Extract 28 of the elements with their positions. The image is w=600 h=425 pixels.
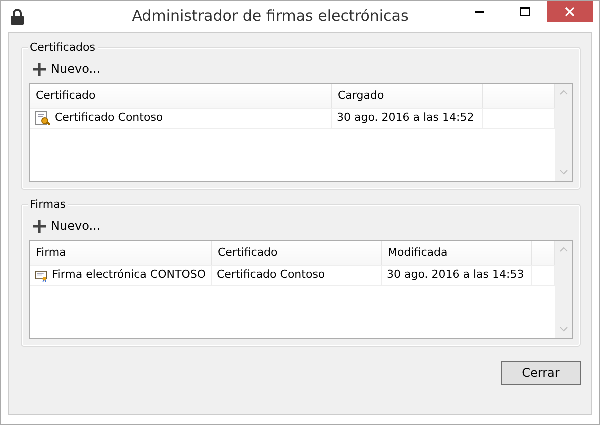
column-header[interactable]: Certificado: [212, 241, 382, 265]
plus-icon: [33, 220, 46, 232]
scrollbar[interactable]: [555, 241, 572, 338]
plus-icon: [33, 62, 46, 76]
lock-icon: [11, 8, 24, 24]
table-cell[interactable]: Certificado Contoso: [212, 266, 382, 285]
table-cell[interactable]: 30 ago. 2016 a las 14:53: [382, 266, 532, 285]
close-button[interactable]: [547, 1, 593, 22]
table-cell[interactable]: Certificado Contoso: [30, 109, 332, 128]
scroll-up-icon[interactable]: [560, 247, 568, 252]
scroll-up-icon[interactable]: [560, 90, 568, 95]
scroll-down-icon[interactable]: [560, 170, 568, 175]
scrollbar[interactable]: [555, 84, 572, 181]
close-icon: [565, 6, 575, 16]
window-title: Administrador de firmas electrónicas: [131, 6, 410, 28]
column-header[interactable]: Certificado: [30, 84, 332, 108]
table-cell[interactable]: Firma electrónica CONTOSO: [30, 266, 212, 285]
certificate-key-icon: [35, 110, 51, 126]
minimize-icon: [475, 10, 484, 12]
column-header[interactable]: Cargado: [332, 84, 483, 108]
maximize-icon: [520, 7, 530, 16]
column-header[interactable]: Firma: [30, 241, 212, 265]
table-cell[interactable]: 30 ago. 2016 a las 14:52: [332, 109, 483, 128]
close-dialog-button[interactable]: Cerrar: [501, 361, 581, 385]
column-header[interactable]: Modificada: [382, 241, 532, 265]
new-button[interactable]: Nuevo...: [29, 58, 105, 80]
scroll-down-icon[interactable]: [560, 327, 568, 332]
new-button[interactable]: Nuevo...: [29, 215, 105, 237]
